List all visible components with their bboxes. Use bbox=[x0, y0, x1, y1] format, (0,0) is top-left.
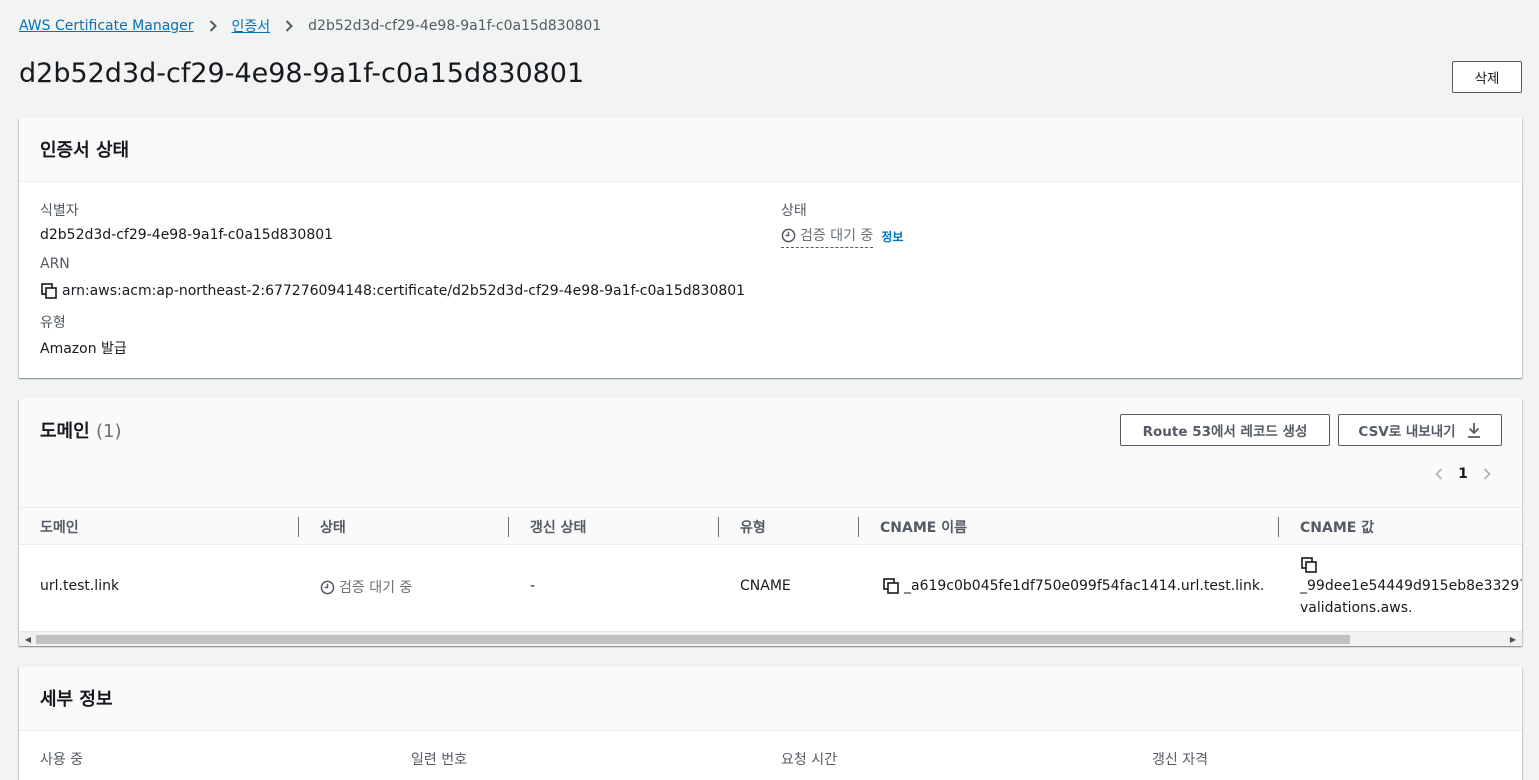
cell-domain: url.test.link bbox=[40, 578, 120, 594]
details-title: 세부 정보 bbox=[40, 689, 113, 710]
arn-row: arn:aws:acm:ap-northeast-2:677276094148:… bbox=[40, 282, 745, 300]
panel-header: 도메인 (1) Route 53에서 레코드 생성 CSV로 내보내기 1 bbox=[19, 399, 1522, 507]
column-header-type[interactable]: 유형 bbox=[740, 508, 766, 545]
column-header-status[interactable]: 상태 bbox=[320, 508, 346, 545]
requested-at-label: 요청 시간 bbox=[781, 752, 837, 768]
breadcrumb-current: d2b52d3d-cf29-4e98-9a1f-c0a15d830801 bbox=[308, 18, 602, 34]
page-number[interactable]: 1 bbox=[1451, 466, 1475, 482]
table-row: url.test.link 검증 대기 중 - CNAME _a619c0b04… bbox=[19, 545, 1522, 630]
page-title: d2b52d3d-cf29-4e98-9a1f-c0a15d830801 bbox=[19, 58, 585, 89]
certificate-status-title: 인증서 상태 bbox=[40, 140, 130, 161]
column-divider[interactable] bbox=[1278, 517, 1279, 537]
cell-status: 검증 대기 중 bbox=[320, 577, 412, 597]
panel-header: 세부 정보 bbox=[19, 667, 1522, 731]
scrollbar-thumb[interactable] bbox=[36, 635, 1350, 644]
chevron-left-icon[interactable] bbox=[1427, 468, 1451, 480]
breadcrumb-acm-link[interactable]: AWS Certificate Manager bbox=[19, 18, 194, 34]
cell-cname-value-line2: validations.aws. bbox=[1300, 600, 1413, 616]
type-value: Amazon 발급 bbox=[40, 341, 127, 357]
column-divider[interactable] bbox=[858, 517, 859, 537]
domains-table: 도메인 상태 갱신 상태 유형 CNAME 이름 CNAME 값 url.tes… bbox=[19, 507, 1522, 646]
in-use-label: 사용 중 bbox=[40, 752, 84, 768]
cell-renewal-status: - bbox=[530, 578, 536, 594]
chevron-right-icon bbox=[284, 20, 294, 32]
cell-cname-value: _99dee1e54449d915eb8e33297b9 validations… bbox=[1300, 555, 1522, 619]
horizontal-scrollbar[interactable]: ◀ ▶ bbox=[19, 631, 1522, 646]
panel-header: 인증서 상태 bbox=[19, 118, 1522, 182]
domains-count: (1) bbox=[95, 421, 122, 442]
copy-icon[interactable] bbox=[1300, 555, 1318, 575]
status-label: 상태 bbox=[781, 203, 807, 219]
type-label: 유형 bbox=[40, 315, 66, 331]
breadcrumb-certificates-link[interactable]: 인증서 bbox=[232, 16, 271, 36]
cell-status-text: 검증 대기 중 bbox=[339, 580, 413, 596]
pagination: 1 bbox=[1427, 463, 1499, 485]
copy-icon[interactable] bbox=[882, 577, 900, 595]
domains-title: 도메인 (1) bbox=[40, 421, 122, 442]
identifier-label: 식별자 bbox=[40, 203, 79, 219]
status-pending[interactable]: 검증 대기 중 bbox=[781, 225, 874, 248]
scroll-right-arrow-icon[interactable]: ▶ bbox=[1507, 634, 1519, 645]
column-divider[interactable] bbox=[298, 517, 299, 537]
status-row: 검증 대기 중 정보 bbox=[781, 225, 903, 248]
create-route53-records-button[interactable]: Route 53에서 레코드 생성 bbox=[1120, 414, 1330, 446]
column-header-renewal-status[interactable]: 갱신 상태 bbox=[530, 508, 586, 545]
identifier-value: d2b52d3d-cf29-4e98-9a1f-c0a15d830801 bbox=[40, 227, 334, 243]
scroll-left-arrow-icon[interactable]: ◀ bbox=[22, 634, 34, 645]
serial-number-label: 일련 번호 bbox=[411, 752, 467, 768]
arn-value: arn:aws:acm:ap-northeast-2:677276094148:… bbox=[62, 283, 746, 299]
column-header-cname-name[interactable]: CNAME 이름 bbox=[880, 508, 967, 545]
arn-label: ARN bbox=[40, 256, 70, 272]
cell-cname-value-line1: _99dee1e54449d915eb8e33297b9 bbox=[1300, 578, 1522, 594]
domains-panel: 도메인 (1) Route 53에서 레코드 생성 CSV로 내보내기 1 도메… bbox=[19, 399, 1522, 646]
clock-icon bbox=[320, 580, 335, 595]
export-csv-label: CSV로 내보내기 bbox=[1358, 424, 1456, 440]
copy-icon[interactable] bbox=[40, 282, 58, 300]
column-divider[interactable] bbox=[508, 517, 509, 537]
breadcrumb: AWS Certificate Manager 인증서 d2b52d3d-cf2… bbox=[19, 16, 601, 36]
cell-cname-name: _a619c0b045fe1df750e099f54fac1414.url.te… bbox=[882, 577, 1264, 595]
cell-cname-name-text: _a619c0b045fe1df750e099f54fac1414.url.te… bbox=[904, 578, 1265, 594]
details-panel: 세부 정보 사용 중 일련 번호 요청 시간 갱신 자격 bbox=[19, 667, 1522, 780]
column-header-domain[interactable]: 도메인 bbox=[40, 508, 79, 545]
export-csv-button[interactable]: CSV로 내보내기 bbox=[1338, 414, 1502, 446]
chevron-right-icon[interactable] bbox=[1475, 468, 1499, 480]
column-divider[interactable] bbox=[718, 517, 719, 537]
column-header-cname-value[interactable]: CNAME 값 bbox=[1300, 508, 1374, 545]
delete-button[interactable]: 삭제 bbox=[1452, 61, 1522, 93]
download-icon bbox=[1466, 422, 1482, 438]
renewal-eligibility-label: 갱신 자격 bbox=[1152, 752, 1208, 768]
table-header: 도메인 상태 갱신 상태 유형 CNAME 이름 CNAME 값 bbox=[19, 507, 1522, 545]
clock-icon bbox=[781, 228, 796, 243]
cell-type: CNAME bbox=[740, 578, 791, 594]
chevron-right-icon bbox=[208, 20, 218, 32]
status-value: 검증 대기 중 bbox=[800, 228, 874, 244]
certificate-status-panel: 인증서 상태 식별자 d2b52d3d-cf29-4e98-9a1f-c0a15… bbox=[19, 118, 1522, 378]
info-link[interactable]: 정보 bbox=[881, 228, 903, 245]
